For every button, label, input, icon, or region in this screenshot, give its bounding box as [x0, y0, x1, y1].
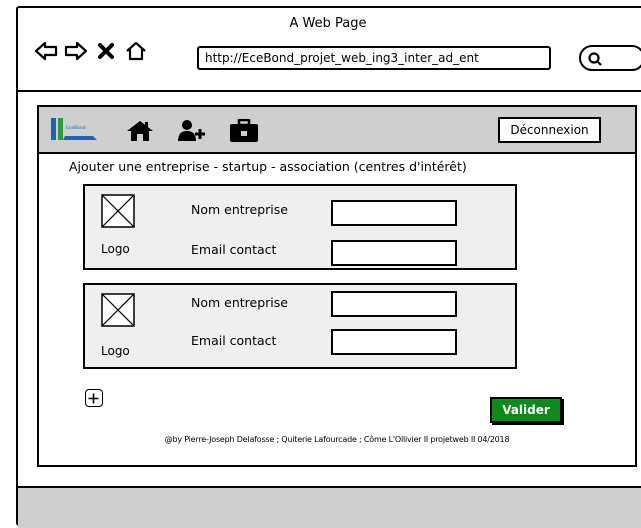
window-title: A Web Page [289, 16, 367, 31]
app-header: EceBond Déconnexion [39, 107, 635, 154]
ecebond-logo[interactable]: EceBond [49, 116, 99, 144]
logo-placeholder[interactable] [101, 194, 135, 228]
company-entry: Logo Nom entreprise Email contact [83, 184, 517, 270]
svg-text:EceBond: EceBond [66, 125, 86, 131]
briefcase-icon[interactable] [229, 119, 259, 143]
browser-nav [34, 40, 148, 62]
logout-button[interactable]: Déconnexion [498, 117, 601, 143]
address-bar[interactable]: http://EceBond_projet_web_ing3_inter_ad_… [197, 46, 551, 70]
footer-credit: @by Pierre-Joseph Delafosse ; Quiterie L… [164, 435, 510, 444]
back-arrow-icon[interactable] [34, 40, 58, 62]
forward-arrow-icon[interactable] [64, 40, 88, 62]
page-title: Ajouter une entreprise - startup - assoc… [69, 159, 467, 174]
email-contact-input[interactable] [331, 240, 457, 266]
plus-square-icon [88, 393, 99, 403]
logo-caption: Logo [101, 344, 130, 358]
image-placeholder-icon [101, 194, 135, 228]
search-icon [588, 52, 602, 66]
status-bar [18, 486, 641, 528]
company-entry: Logo Nom entreprise Email contact [83, 283, 517, 369]
add-user-icon[interactable] [177, 119, 207, 143]
browser-search-button[interactable] [579, 45, 641, 71]
company-name-label: Nom entreprise [191, 202, 288, 217]
home-outline-icon[interactable] [124, 40, 148, 62]
logo-caption: Logo [101, 242, 130, 256]
logo-placeholder[interactable] [101, 293, 135, 327]
email-contact-label: Email contact [191, 333, 277, 348]
email-contact-label: Email contact [191, 242, 277, 257]
screen: A Web Page http://EceBond_projet_web_ing… [0, 0, 641, 528]
close-x-icon[interactable] [94, 40, 118, 62]
email-contact-input[interactable] [331, 329, 457, 355]
validate-button[interactable]: Valider [490, 397, 562, 423]
company-name-input[interactable] [331, 200, 457, 226]
image-placeholder-icon [101, 293, 135, 327]
company-name-label: Nom entreprise [191, 295, 288, 310]
home-icon[interactable] [125, 119, 155, 143]
page-panel: EceBond Déconnexion Ajouter une entrepri… [37, 105, 637, 467]
chrome-divider [18, 90, 641, 92]
company-name-input[interactable] [331, 291, 457, 317]
add-entry-button[interactable] [85, 389, 103, 407]
